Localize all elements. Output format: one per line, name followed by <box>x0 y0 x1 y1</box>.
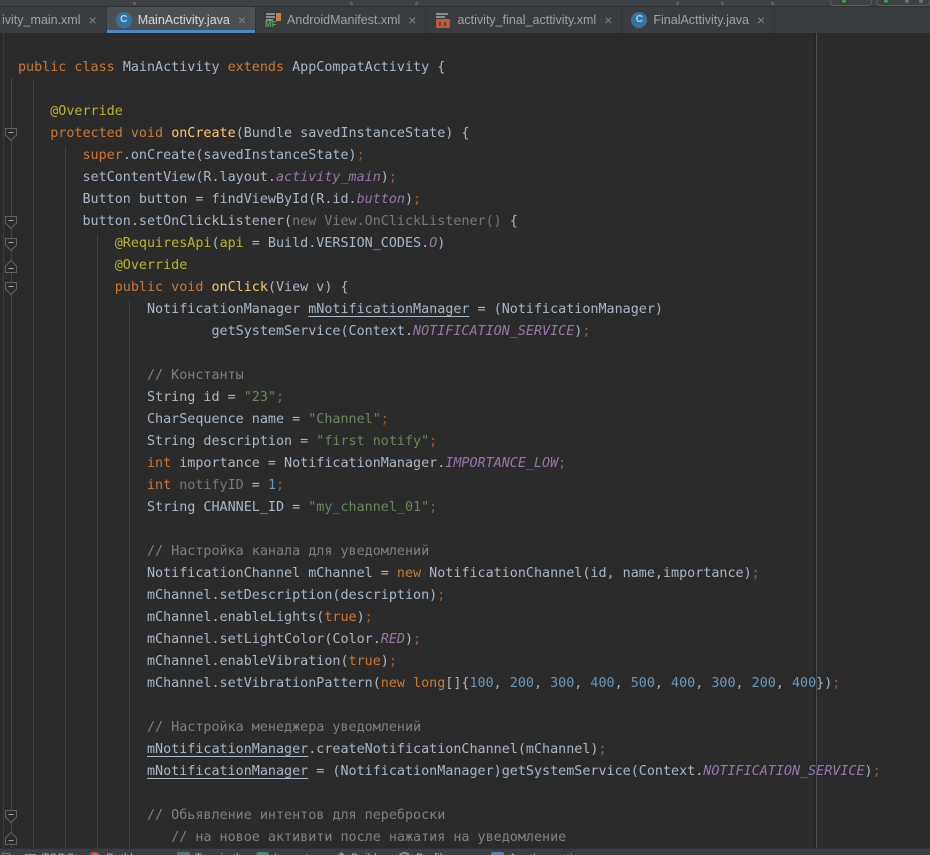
editor-tab[interactable]: activity_final_acttivity.xml × <box>426 7 622 33</box>
toolbar-tick <box>721 2 724 5</box>
editor-tab[interactable]: C FinalActtivity.java × <box>622 7 775 33</box>
code-editor[interactable]: public class MainActivity extends AppCom… <box>0 33 930 848</box>
active-tab-underline <box>107 30 255 33</box>
code-line: String id = "23"; <box>18 387 881 409</box>
editor-tab-bar: ivity_main.xml × C MainActivity.java × M… <box>0 7 930 33</box>
main-toolbar-strip <box>0 0 930 7</box>
code-line: button.setOnClickListener(new View.OnCli… <box>18 211 881 233</box>
code-line: public class MainActivity extends AppCom… <box>18 57 881 79</box>
code-line: mChannel.setVibrationPattern(new long[]{… <box>18 673 881 695</box>
code-line: // на новое активити после нажатия на ув… <box>18 827 881 848</box>
code-line: public void onClick(View v) { <box>18 277 881 299</box>
toolbar-tick <box>350 2 353 5</box>
toolbar-dot <box>905 0 909 3</box>
run-icon <box>884 0 888 3</box>
fold-end-icon[interactable] <box>5 832 17 845</box>
code-line: String CHANNEL_ID = "my_channel_01"; <box>18 497 881 519</box>
toolbar-dot <box>919 0 923 3</box>
code-line: Button button = findViewById(R.id.button… <box>18 189 881 211</box>
editor-tab[interactable]: MF AndroidManifest.xml × <box>256 7 426 33</box>
manifest-file-icon: MF <box>265 12 281 28</box>
fold-collapse-icon[interactable] <box>5 282 17 295</box>
fold-collapse-icon[interactable] <box>5 238 17 251</box>
fold-collapse-icon[interactable] <box>5 216 17 229</box>
code-line: NotificationChannel mChannel = new Notif… <box>18 563 881 585</box>
editor-left-border <box>3 33 4 848</box>
code-line: @RequiresApi(api = Build.VERSION_CODES.O… <box>18 233 881 255</box>
code-line: @Override <box>18 101 881 123</box>
device-selector-button[interactable] <box>830 0 872 6</box>
java-class-icon: C <box>116 12 132 28</box>
code-line <box>18 783 881 805</box>
code-line: setContentView(R.layout.activity_main); <box>18 167 881 189</box>
toolbar-tick <box>676 2 679 5</box>
close-icon[interactable]: × <box>757 13 765 27</box>
java-class-icon: C <box>631 12 647 28</box>
code-line: protected void onCreate(Bundle savedInst… <box>18 123 881 145</box>
code-line: CharSequence name = "Channel"; <box>18 409 881 431</box>
code-line: mChannel.setDescription(description); <box>18 585 881 607</box>
close-icon[interactable]: × <box>408 13 416 27</box>
code-line <box>18 519 881 541</box>
code-area[interactable]: public class MainActivity extends AppCom… <box>18 57 881 848</box>
close-icon[interactable]: × <box>604 13 612 27</box>
fold-end-icon[interactable] <box>5 260 17 273</box>
code-line <box>18 343 881 365</box>
code-line: mNotificationManager = (NotificationMana… <box>18 761 881 783</box>
code-line: mChannel.enableVibration(true); <box>18 651 881 673</box>
editor-tab[interactable]: ivity_main.xml × <box>0 7 107 33</box>
fold-collapse-icon[interactable] <box>5 810 17 823</box>
run-status-dot <box>842 0 846 3</box>
toolbar-tick <box>415 2 418 5</box>
fold-collapse-icon[interactable] <box>5 128 17 141</box>
code-line: // Настройка канала для уведомлений <box>18 541 881 563</box>
toolbar-tick <box>771 2 774 5</box>
code-line: // Константы <box>18 365 881 387</box>
code-line <box>18 695 881 717</box>
run-controls-button[interactable] <box>876 0 930 6</box>
code-line <box>18 79 881 101</box>
code-line: super.onCreate(savedInstanceState); <box>18 145 881 167</box>
android-studio-window: ivity_main.xml × C MainActivity.java × M… <box>0 0 930 855</box>
code-line: mChannel.setLightColor(Color.RED); <box>18 629 881 651</box>
editor-tab[interactable]: C MainActivity.java × <box>107 7 256 33</box>
code-line: mNotificationManager.createNotificationC… <box>18 739 881 761</box>
code-line: getSystemService(Context.NOTIFICATION_SE… <box>18 321 881 343</box>
tool-window-bar: TODO ! Problems Terminal Logcat Build Pr… <box>0 848 930 855</box>
code-line: int importance = NotificationManager.IMP… <box>18 453 881 475</box>
layout-xml-icon <box>435 12 451 28</box>
toolbar-tick <box>133 2 136 5</box>
code-line: String description = "first notify"; <box>18 431 881 453</box>
code-line: // Настройка менеджера уведомлений <box>18 717 881 739</box>
code-line: // Обьявление интентов для переброски <box>18 805 881 827</box>
code-line: NotificationManager mNotificationManager… <box>18 299 881 321</box>
code-line: int notifyID = 1; <box>18 475 881 497</box>
close-icon[interactable]: × <box>89 13 97 27</box>
code-line: mChannel.enableLights(true); <box>18 607 881 629</box>
code-line: @Override <box>18 255 881 277</box>
close-icon[interactable]: × <box>238 13 246 27</box>
gutter-fold-line <box>11 78 12 848</box>
